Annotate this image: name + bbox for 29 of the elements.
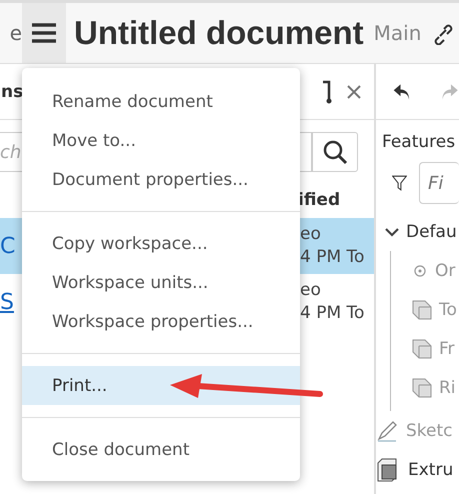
search-button[interactable] (312, 132, 358, 172)
branch-label: Main (374, 21, 422, 45)
plane-icon (411, 298, 433, 320)
search-icon (322, 139, 348, 165)
feature-label[interactable]: Defau (406, 222, 457, 242)
chevron-icon[interactable] (384, 226, 400, 238)
row-text: eo (300, 223, 321, 246)
menu-item[interactable]: Rename document (22, 82, 300, 121)
menu-item[interactable]: Document properties... (22, 160, 300, 199)
panel-title: ns (1, 82, 24, 102)
menu-icon (32, 22, 56, 44)
menu-button[interactable] (22, 3, 66, 63)
filter-field[interactable]: Fi (419, 162, 459, 204)
feature-label[interactable]: Extru (408, 460, 454, 480)
document-title: Untitled document (74, 14, 364, 52)
document-name[interactable]: C (0, 234, 22, 258)
panel-title: Features (382, 132, 456, 152)
menu-item[interactable]: Close document (22, 430, 300, 469)
plane-icon (411, 376, 433, 398)
close-icon[interactable] (346, 84, 362, 100)
header-text: e (8, 21, 22, 45)
menu-item[interactable]: Workspace properties... (22, 302, 300, 341)
document-name[interactable]: S (0, 290, 22, 314)
row-text: 4 PM To (300, 246, 364, 269)
menu-item[interactable]: Print... (22, 366, 300, 405)
menu-item[interactable]: Move to... (22, 121, 300, 160)
menu-item[interactable]: Copy workspace... (22, 224, 300, 263)
menu-item[interactable]: Workspace units... (22, 263, 300, 302)
plane-icon (411, 338, 433, 360)
